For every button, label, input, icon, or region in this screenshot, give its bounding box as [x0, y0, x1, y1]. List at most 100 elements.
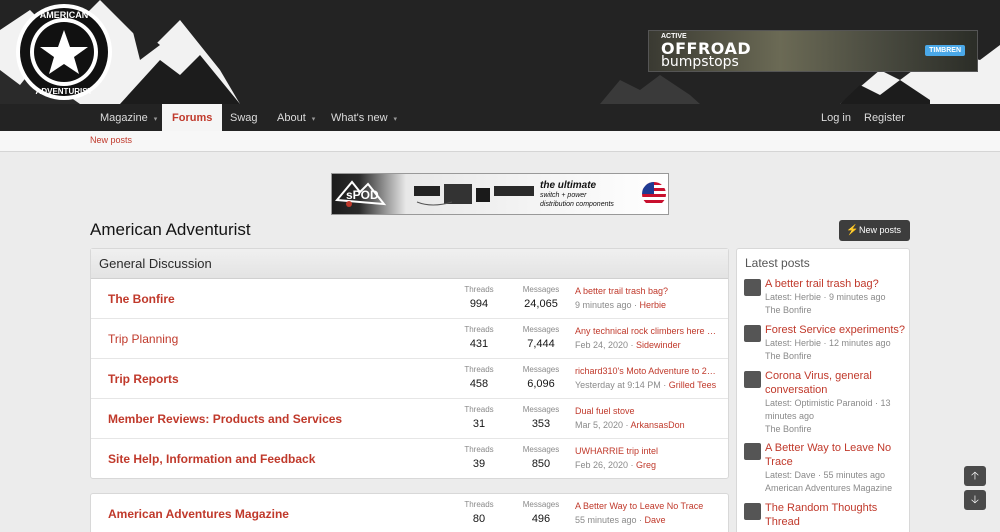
scroll-down-button[interactable]: 🡣	[964, 490, 986, 510]
threads-stat: Threads 458	[444, 365, 514, 390]
threads-label: Threads	[464, 500, 494, 509]
ad-line-2: switch + power	[540, 192, 587, 199]
last-post-title[interactable]: Any technical rock climbers here …	[575, 326, 725, 336]
last-post-user[interactable]: Grilled Tees	[669, 380, 716, 390]
ad-line-3: distribution components	[540, 201, 614, 208]
forum-name[interactable]: The Bonfire	[108, 292, 175, 306]
forum-row: American Adventures Magazine Threads 80 M…	[91, 494, 728, 532]
nav-swag[interactable]: Swag	[230, 104, 258, 131]
avatar[interactable]	[744, 371, 761, 388]
messages-stat: Messages 7,444	[506, 325, 576, 350]
latest-post-title[interactable]: Corona Virus, general conversation	[765, 369, 905, 397]
ad-line-2: bumpstops	[661, 54, 739, 70]
ad-brand: sPOD	[346, 188, 379, 202]
login-link[interactable]: Log in	[821, 104, 851, 131]
new-posts-label: New posts	[859, 225, 902, 235]
forum-name[interactable]: American Adventures Magazine	[108, 507, 289, 521]
sub-nav: New posts	[0, 131, 1000, 152]
avatar[interactable]	[744, 443, 761, 460]
threads-count: 431	[469, 338, 489, 350]
last-post-title[interactable]: A better trail trash bag?	[575, 286, 725, 296]
site-header: AMERICAN ADVENTURIST ACTIVE OFFROAD bump…	[0, 0, 1000, 104]
scroll-up-button[interactable]: 🡡	[964, 466, 986, 486]
threads-stat: Threads 431	[444, 325, 514, 350]
magazine-block: American Adventures Magazine Threads 80 M…	[90, 493, 729, 532]
general-discussion-block: General Discussion The Bonfire Threads 994…	[90, 248, 729, 479]
main-nav: Magazine ▾ Forums Swag About ▾ What's new ▾…	[0, 104, 1000, 131]
spod-ad[interactable]: sPOD the ultimate switch + power distrib…	[331, 173, 669, 215]
messages-label: Messages	[522, 285, 560, 294]
category-title[interactable]: General Discussion	[91, 249, 728, 279]
nav-forums[interactable]: Forums	[162, 104, 223, 131]
forum-name[interactable]: Site Help, Information and Feedback	[108, 452, 315, 466]
nav-whats-new[interactable]: What's new ▾	[331, 104, 397, 131]
forum-name[interactable]: Trip Planning	[108, 332, 178, 346]
last-post-user[interactable]: Dave	[645, 515, 666, 525]
latest-post-title[interactable]: A Better Way to Leave No Trace	[765, 441, 905, 469]
arrow-up-icon: 🡡	[971, 470, 979, 482]
nav-label: What's new	[331, 112, 388, 124]
forum-row: Site Help, Information and Feedback Threa…	[91, 439, 728, 479]
latest-post-meta: Latest: Herbie · 9 minutes ago	[765, 292, 886, 302]
forum-row: The Bonfire Threads 994 Messages 24,065 A bet…	[91, 279, 728, 319]
latest-post-forum[interactable]: The Bonfire	[765, 350, 905, 362]
threads-count: 31	[472, 418, 486, 430]
latest-post-forum[interactable]: American Adventures Magazine	[765, 482, 905, 494]
last-post-title[interactable]: A Better Way to Leave No Trace	[575, 501, 725, 511]
forum-name[interactable]: Trip Reports	[108, 372, 179, 386]
last-post: A better trail trash bag? 9 minutes ago ·…	[575, 286, 725, 310]
last-post-user[interactable]: Herbie	[640, 300, 667, 310]
threads-label: Threads	[464, 325, 494, 334]
threads-count: 994	[469, 298, 489, 310]
ad-line-1: the ultimate	[540, 180, 597, 191]
latest-posts-sidebar: Latest posts A better trail trash bag? La…	[736, 248, 910, 532]
forum-row: Member Reviews: Products and Services Thr…	[91, 399, 728, 439]
threads-stat: Threads 31	[444, 405, 514, 430]
nav-label: Magazine	[100, 112, 148, 124]
messages-label: Messages	[522, 365, 560, 374]
last-post-user[interactable]: Greg	[636, 460, 656, 470]
last-post-time: 55 minutes ago	[575, 515, 637, 525]
latest-post-title[interactable]: The Random Thoughts Thread	[765, 501, 905, 529]
new-posts-button[interactable]: ⚡ New posts	[839, 220, 910, 241]
avatar[interactable]	[744, 503, 761, 520]
latest-post-forum[interactable]: The Bonfire	[765, 304, 905, 316]
register-link[interactable]: Register	[864, 104, 905, 131]
latest-post-title[interactable]: Forest Service experiments?	[765, 323, 905, 337]
latest-post-forum[interactable]: The Bonfire	[765, 423, 905, 435]
threads-stat: Threads 39	[444, 445, 514, 470]
threads-stat: Threads 994	[444, 285, 514, 310]
avatar[interactable]	[744, 279, 761, 296]
nav-about[interactable]: About ▾	[277, 104, 315, 131]
latest-post-text: Forest Service experiments? Latest: Herbi…	[765, 323, 905, 362]
latest-post-title[interactable]: A better trail trash bag?	[765, 277, 905, 291]
threads-stat: Threads 80	[444, 500, 514, 525]
device-images	[414, 184, 534, 206]
last-post: UWHARRIE trip intel Feb 26, 2020 · Greg	[575, 446, 725, 470]
flag-icon	[642, 182, 666, 206]
forum-name[interactable]: Member Reviews: Products and Services	[108, 412, 342, 426]
last-post-title[interactable]: UWHARRIE trip intel	[575, 446, 725, 456]
forum-row: Trip Reports Threads 458 Messages 6,096 richa…	[91, 359, 728, 399]
latest-post-text: The Random Thoughts Thread	[765, 501, 905, 529]
chevron-down-icon: ▾	[393, 116, 398, 123]
threads-count: 39	[472, 458, 486, 470]
subnav-new-posts-link[interactable]: New posts	[90, 135, 132, 145]
last-post-user[interactable]: Sidewinder	[636, 340, 681, 350]
last-post-user[interactable]: ArkansasDon	[631, 420, 685, 430]
last-post: Any technical rock climbers here … Feb 24…	[575, 326, 725, 350]
site-logo[interactable]: AMERICAN ADVENTURIST	[14, 2, 114, 102]
avatar[interactable]	[744, 325, 761, 342]
last-post-title[interactable]: Dual fuel stove	[575, 406, 725, 416]
page-title: American Adventurist	[90, 220, 251, 239]
messages-count: 7,444	[527, 338, 555, 350]
messages-label: Messages	[522, 405, 560, 414]
offroad-bumpstops-ad[interactable]: ACTIVE OFFROAD bumpstops TIMBREN	[648, 30, 978, 72]
nav-magazine[interactable]: Magazine ▾	[100, 104, 157, 131]
arrow-down-icon: 🡣	[971, 494, 979, 506]
messages-stat: Messages 353	[506, 405, 576, 430]
last-post-title[interactable]: richard310's Moto Adventure to 2…	[575, 366, 725, 376]
threads-label: Threads	[464, 445, 494, 454]
forum-row: Trip Planning Threads 431 Messages 7,444 Any …	[91, 319, 728, 359]
last-post-meta: Feb 24, 2020 · Sidewinder	[575, 340, 681, 350]
